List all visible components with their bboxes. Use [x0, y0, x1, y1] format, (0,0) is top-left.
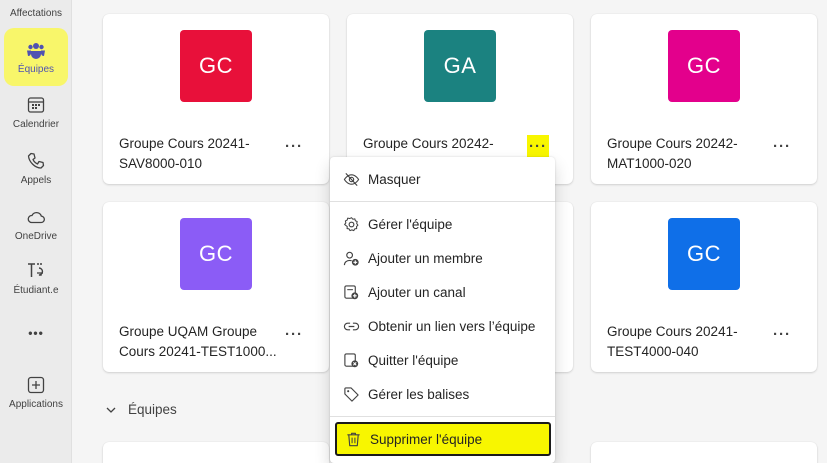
section-label: Équipes — [128, 402, 177, 417]
team-initials: GA — [443, 53, 477, 78]
menu-item-label: Masquer — [368, 171, 421, 187]
menu-divider — [330, 201, 555, 202]
channel-add-icon — [342, 283, 360, 301]
link-icon — [342, 317, 360, 335]
menu-item-manage-team[interactable]: Gérer l'équipe — [330, 208, 555, 240]
app-rail: Affectations Équipes Calendrier Appels O… — [0, 0, 72, 463]
team-card[interactable]: GC Groupe Cours 20241-SAV8000-010 ··· — [103, 14, 329, 184]
menu-item-manage-tags[interactable]: Gérer les balises — [330, 378, 555, 410]
menu-item-delete-team[interactable]: Supprimer l'équipe — [335, 422, 551, 456]
menu-item-leave-team[interactable]: Quitter l'équipe — [330, 344, 555, 376]
teams-icon — [26, 40, 46, 60]
gear-icon — [342, 215, 360, 233]
rail-label-calls: Appels — [20, 175, 52, 186]
team-name: Groupe Cours 20241-TEST4000-040 — [607, 324, 738, 359]
cloud-icon — [26, 207, 46, 227]
calendar-icon — [26, 95, 46, 115]
menu-divider — [330, 416, 555, 417]
rail-label-affectations: Affectations — [9, 8, 63, 19]
menu-item-label: Supprimer l'équipe — [370, 431, 483, 447]
team-more-options-button[interactable]: ··· — [771, 135, 793, 157]
rail-label-calendar: Calendrier — [12, 119, 60, 130]
rail-item-calendar[interactable]: Calendrier — [4, 95, 68, 135]
rail-label-teams: Équipes — [17, 63, 55, 75]
team-name: Groupe Cours 20242- — [363, 136, 494, 151]
rail-label-onedrive: OneDrive — [14, 231, 58, 242]
team-more-options-button[interactable]: ··· — [283, 135, 305, 157]
chevron-down-icon — [106, 407, 116, 413]
trash-icon — [344, 430, 362, 448]
team-avatar: GC — [668, 218, 740, 290]
rail-item-affectations[interactable]: Affectations — [4, 0, 68, 22]
menu-item-label: Gérer l'équipe — [368, 216, 453, 232]
team-card[interactable]: GC Groupe Cours 20242-MAT1000-020 ··· — [591, 14, 817, 184]
menu-item-label: Quitter l'équipe — [368, 352, 459, 368]
menu-item-label: Ajouter un membre — [368, 250, 483, 266]
rail-item-calls[interactable]: Appels — [4, 151, 68, 191]
student-app-icon — [26, 261, 46, 281]
menu-item-get-link[interactable]: Obtenir un lien vers l’équipe — [330, 310, 555, 342]
team-card[interactable]: GC Groupe UQAM Groupe Cours 20241-TEST10… — [103, 202, 329, 372]
rail-more-button[interactable]: ••• — [4, 326, 68, 346]
team-avatar: GC — [180, 218, 252, 290]
person-add-icon — [342, 249, 360, 267]
eye-off-icon — [342, 170, 360, 188]
team-name: Groupe UQAM Groupe Cours 20241-TEST1000.… — [119, 324, 277, 359]
menu-item-label: Gérer les balises — [368, 386, 470, 402]
rail-item-applications[interactable]: Applications — [4, 375, 68, 415]
menu-item-hide[interactable]: Masquer — [330, 163, 555, 195]
menu-item-add-member[interactable]: Ajouter un membre — [330, 242, 555, 274]
team-more-options-button[interactable]: ··· — [771, 323, 793, 345]
rail-item-onedrive[interactable]: OneDrive — [4, 207, 68, 247]
rail-label-student: Étudiant.e — [13, 285, 59, 296]
team-initials: GC — [687, 241, 721, 266]
menu-item-label: Obtenir un lien vers l’équipe — [368, 318, 536, 334]
menu-item-label: Ajouter un canal — [368, 284, 466, 300]
tag-icon — [342, 385, 360, 403]
team-avatar: GA — [424, 30, 496, 102]
menu-item-add-channel[interactable]: Ajouter un canal — [330, 276, 555, 308]
team-initials: GC — [199, 241, 233, 266]
phone-icon — [26, 151, 46, 171]
team-name: Groupe Cours 20242-MAT1000-020 — [607, 136, 738, 171]
add-app-icon — [26, 375, 46, 395]
team-more-options-button[interactable]: ··· — [527, 135, 549, 157]
team-card[interactable] — [103, 442, 329, 463]
rail-item-teams[interactable]: Équipes — [4, 28, 68, 86]
team-initials: GC — [687, 53, 721, 78]
rail-label-applications: Applications — [9, 399, 63, 410]
team-card[interactable]: GC Groupe Cours 20241-TEST4000-040 ··· — [591, 202, 817, 372]
leave-icon — [342, 351, 360, 369]
team-more-options-button[interactable]: ··· — [283, 323, 305, 345]
rail-item-student[interactable]: Étudiant.e — [4, 261, 68, 301]
team-initials: GC — [199, 53, 233, 78]
rail-more-label: ••• — [28, 326, 44, 340]
team-avatar: GC — [180, 30, 252, 102]
teams-section-header[interactable]: Équipes — [104, 402, 177, 417]
team-name: Groupe Cours 20241-SAV8000-010 — [119, 136, 250, 171]
team-avatar: GC — [668, 30, 740, 102]
team-card[interactable] — [591, 442, 817, 463]
team-context-menu: Masquer Gérer l'équipe Ajouter un membre… — [330, 157, 555, 463]
